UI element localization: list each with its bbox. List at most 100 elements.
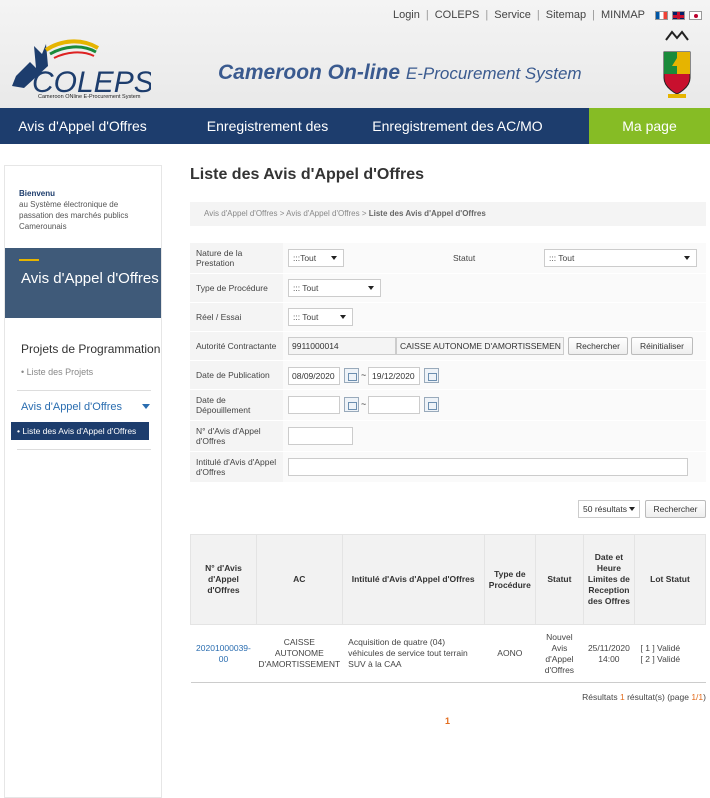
column-header[interactable]: AC [255,534,343,625]
summary-prefix: Résultats [582,692,618,702]
reinitialiser-button[interactable]: Réinitialiser [631,337,693,355]
intitule-label: Intitulé d'Avis d'Appel d'Offres [190,452,283,482]
depouillement-from-field[interactable] [288,396,340,414]
form-row-reel: Réel / Essai ::: Tout [190,303,706,332]
publication-label: Date de Publication [190,361,283,389]
numero-avis-field[interactable] [288,427,353,445]
sidebar-divider [17,449,151,450]
column-header[interactable]: N° d'Avis d'Appel d'Offres [190,534,257,625]
depouillement-to-field[interactable] [368,396,420,414]
rechercher-autorite-button[interactable]: Rechercher [568,337,628,355]
type-label: Type de Procédure [190,274,283,302]
service-link[interactable]: Service [494,9,531,21]
calendar-icon[interactable] [424,397,439,412]
sidebar-section-programmation[interactable]: Projets de Programmation [21,342,160,356]
reel-select-value: ::: Tout [293,312,319,322]
nav-ma-page[interactable]: Ma page [589,108,710,144]
table-row[interactable]: 20201000039-00 CAISSE AUTONOME D'AMORTIS… [190,624,706,683]
ac-cell: CAISSE AUTONOME D'AMORTISSEMENT [256,624,343,683]
summary-mid: résultat(s) (page [627,692,689,702]
sidebar-item-liste-projets[interactable]: • Liste des Projets [21,367,93,377]
site-header: Login | COLEPS | Service | Sitemap | MINMAP … [0,0,710,108]
breadcrumb-current: Liste des Avis d'Appel d'Offres [368,209,486,218]
nav-avis-appel-offres[interactable]: Avis d'Appel d'Offres [0,108,165,144]
form-row-body: ::: Tout [283,274,706,302]
cameroon-emblem-icon [663,30,691,98]
form-row-publication: Date de Publication 08/09/2020 ~ 19/12/2… [190,361,706,390]
column-header[interactable]: Type de Procédure [483,534,536,625]
intitule-avis-field[interactable] [288,458,688,476]
banner-accent-bar [19,259,39,261]
autorite-label: Autorité Contractante [190,332,283,360]
form-row-body: 08/09/2020 ~ 19/12/2020 [283,361,706,389]
depouillement-label: Date de Dépouillement [190,390,283,420]
results-summary: Résultats 1 résultat(s) (page 1/1) [582,692,706,702]
pagination-page-1[interactable]: 1 [445,716,450,726]
form-row-intitule: Intitulé d'Avis d'Appel d'Offres [190,452,706,483]
column-header[interactable]: Lot Statut [634,534,706,625]
breadcrumb-item[interactable]: Avis d'Appel d'Offres [286,209,359,218]
sidebar-divider [17,390,151,391]
results-per-page-value: 50 résultats [583,504,627,514]
nature-select[interactable]: :::Tout [288,249,344,267]
page-title: Liste des Avis d'Appel d'Offres [190,166,425,183]
statut-select[interactable]: ::: Tout [544,249,697,267]
calendar-icon[interactable] [344,397,359,412]
date-range-separator: ~ [361,399,367,409]
avis-number-link[interactable]: 20201000039-00 [190,624,257,683]
welcome-title: Bienvenu [19,189,56,198]
login-link[interactable]: Login [393,9,420,21]
french-flag-icon[interactable] [655,10,668,20]
minmap-link[interactable]: MINMAP [601,9,645,21]
numero-label: N° d'Avis d'Appel d'Offres [190,421,283,451]
logo-subtitle: Cameroon ONline E-Procurement System [38,94,141,100]
rechercher-button[interactable]: Rechercher [645,500,706,518]
english-flag-icon[interactable] [672,10,685,20]
welcome-text: au Système électronique de passation des… [19,200,129,231]
type-cell: AONO [484,624,536,683]
chevron-down-icon [331,256,337,260]
site-title-bold: Cameroon On-line [218,61,401,84]
nature-select-value: :::Tout [293,253,317,263]
nav-enregistrement-ac-mo[interactable]: Enregistrement des AC/MO [370,108,545,144]
form-row-body: ~ [283,390,706,420]
reel-label: Réel / Essai [190,303,283,331]
chevron-down-icon[interactable] [142,404,150,409]
autorite-code-field[interactable]: 9911000014 [288,337,396,355]
column-header[interactable]: Statut [534,534,584,625]
publication-to-field[interactable]: 19/12/2020 [368,367,420,385]
coleps-link[interactable]: COLEPS [435,9,480,21]
breadcrumb: Avis d'Appel d'Offres > Avis d'Appel d'O… [190,202,706,226]
type-procedure-select[interactable]: ::: Tout [288,279,381,297]
search-form: Nature de la Prestation :::Tout Statut :… [190,243,706,483]
form-row-body: 9911000014 CAISSE AUTONOME D'AMORTISSEME… [283,332,706,360]
intitule-cell[interactable]: Acquisition de quatre (04) véhicules de … [342,624,485,683]
sidebar-banner-title: Avis d'Appel d'Offres [21,270,159,287]
sitemap-link[interactable]: Sitemap [546,9,586,21]
statut-cell: Nouvel Avis d'Appel d'Offres [535,624,584,683]
chevron-down-icon [340,315,346,319]
column-header[interactable]: Date et Heure Limites de Reception des O… [582,534,636,625]
lot-statut-cell: [ 1 ] Validé [ 2 ] Validé [634,624,706,683]
sidebar-section-avis[interactable]: Avis d'Appel d'Offres [21,401,122,413]
breadcrumb-item[interactable]: Avis d'Appel d'Offres [204,209,277,218]
japanese-flag-icon[interactable] [689,10,702,20]
chevron-down-icon [368,286,374,290]
form-row-numero: N° d'Avis d'Appel d'Offres [190,421,706,452]
calendar-icon[interactable] [344,368,359,383]
results-per-page-select[interactable]: 50 résultats [578,500,640,518]
publication-from-field[interactable]: 08/09/2020 [288,367,340,385]
breadcrumb-separator: > [359,209,369,218]
form-row-body [283,452,706,482]
autorite-name-field[interactable]: CAISSE AUTONOME D'AMORTISSEMEN [396,337,564,355]
top-links: Login | COLEPS | Service | Sitemap | MINMAP [393,9,702,21]
calendar-icon[interactable] [424,368,439,383]
form-row-body: ::: Tout [283,303,706,331]
column-header[interactable]: Intitulé d'Avis d'Appel d'Offres [341,534,485,625]
lot-status-item: [ 1 ] Validé [640,642,681,653]
sidebar-item-liste-avis[interactable]: • Liste des Avis d'Appel d'Offres [11,422,149,440]
reel-essai-select[interactable]: ::: Tout [288,308,353,326]
results-table: N° d'Avis d'Appel d'Offres AC Intitulé d… [190,534,706,683]
nav-enregistrement-soumissionnaires[interactable]: Enregistrement des soumissionnaires [165,108,370,170]
main-nav: Avis d'Appel d'Offres Enregistrement des… [0,108,710,170]
